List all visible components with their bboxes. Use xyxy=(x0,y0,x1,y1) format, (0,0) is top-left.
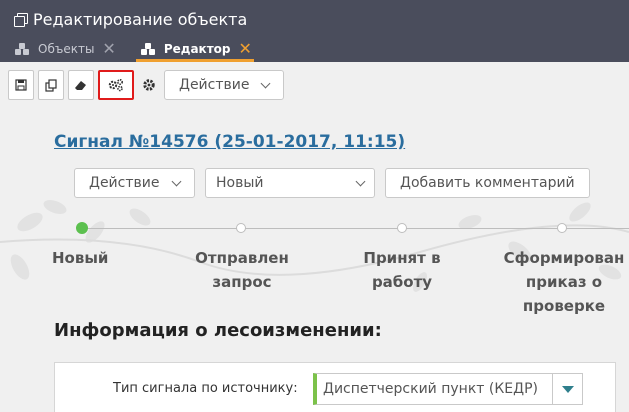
close-icon[interactable]: ✕ xyxy=(102,41,115,57)
tab-objects[interactable]: Объекты ✕ xyxy=(0,36,126,62)
action-dropdown[interactable]: Действие xyxy=(74,168,195,198)
toolbar-action-label: Действие xyxy=(179,77,250,93)
stage-new: Новый xyxy=(52,246,112,270)
stage-label: приказ о xyxy=(525,273,603,291)
signal-source-label: Тип сигнала по источнику: xyxy=(113,381,298,396)
copy-icon xyxy=(44,78,57,92)
status-select[interactable]: Новый xyxy=(205,168,375,198)
stage-sent: Отправлен запрос xyxy=(187,246,297,294)
window-title-text: Редактирование объекта xyxy=(33,10,248,29)
stage-accepted: Принят в работу xyxy=(347,246,457,294)
stage-order: Сформирован приказ о проверке xyxy=(499,246,629,318)
cubes-icon xyxy=(14,43,30,55)
gear-button[interactable] xyxy=(138,70,160,100)
toolbar-action-dropdown[interactable]: Действие xyxy=(164,70,284,100)
save-button[interactable] xyxy=(8,70,34,100)
signal-actions-row: Действие Новый Добавить комментарий xyxy=(74,168,590,198)
status-select-value: Новый xyxy=(216,175,264,191)
timeline-dot-new xyxy=(76,222,88,234)
editor-content: Действие Сигнал №14576 (25-01-2017, 11:1… xyxy=(0,62,629,412)
close-icon[interactable]: ✕ xyxy=(238,41,251,57)
chevron-down-icon xyxy=(355,176,366,186)
triangle-down-icon xyxy=(561,385,574,393)
timeline-dot-sent xyxy=(236,223,246,233)
settings-cogs-icon xyxy=(108,78,124,92)
chevron-down-icon xyxy=(171,176,182,186)
action-dropdown-label: Действие xyxy=(89,175,160,191)
window-title: Редактирование объекта xyxy=(14,10,247,29)
save-icon xyxy=(15,79,27,91)
section-title: Информация о лесоизменении: xyxy=(54,320,382,341)
stage-label: Сформирован xyxy=(503,249,625,267)
tab-editor-label: Редактор xyxy=(163,42,231,56)
stage-label: проверке xyxy=(522,297,606,315)
status-timeline: Новый Отправлен запрос Принят в работу С… xyxy=(0,222,629,322)
title-bar: Редактирование объекта Объекты ✕ Редакто… xyxy=(0,0,629,62)
stage-label: Отправлен xyxy=(195,249,289,267)
chevron-down-icon xyxy=(260,78,271,88)
eraser-icon xyxy=(75,81,86,90)
timeline-dot-accepted xyxy=(397,223,407,233)
tab-editor[interactable]: Редактор ✕ xyxy=(126,36,262,62)
signal-link[interactable]: Сигнал №14576 (25-01-2017, 11:15) xyxy=(54,132,405,152)
toolbar: Действие xyxy=(8,70,284,100)
settings-cogs-button[interactable] xyxy=(98,70,134,100)
stage-label: Принят в xyxy=(363,249,441,267)
clear-button[interactable] xyxy=(68,70,94,100)
add-comment-button[interactable]: Добавить комментарий xyxy=(385,168,590,198)
info-form-panel: Тип сигнала по источнику: Диспетчерский … xyxy=(54,362,616,412)
stage-label: Новый xyxy=(52,249,109,267)
tab-objects-label: Объекты xyxy=(38,42,95,56)
timeline-dot-order xyxy=(557,223,567,233)
signal-source-select[interactable]: Диспетчерский пункт (КЕДР) xyxy=(313,373,583,405)
timeline-line xyxy=(82,228,629,229)
tab-bar: Объекты ✕ Редактор ✕ xyxy=(0,36,262,62)
window-copy-icon xyxy=(14,13,28,27)
cubes-icon xyxy=(140,43,156,55)
gear-icon xyxy=(143,79,155,91)
stage-label: работу xyxy=(371,273,433,291)
stage-label: запрос xyxy=(212,273,272,291)
copy-button[interactable] xyxy=(38,70,64,100)
dropdown-arrow[interactable] xyxy=(552,374,582,404)
signal-source-value: Диспетчерский пункт (КЕДР) xyxy=(323,381,538,397)
